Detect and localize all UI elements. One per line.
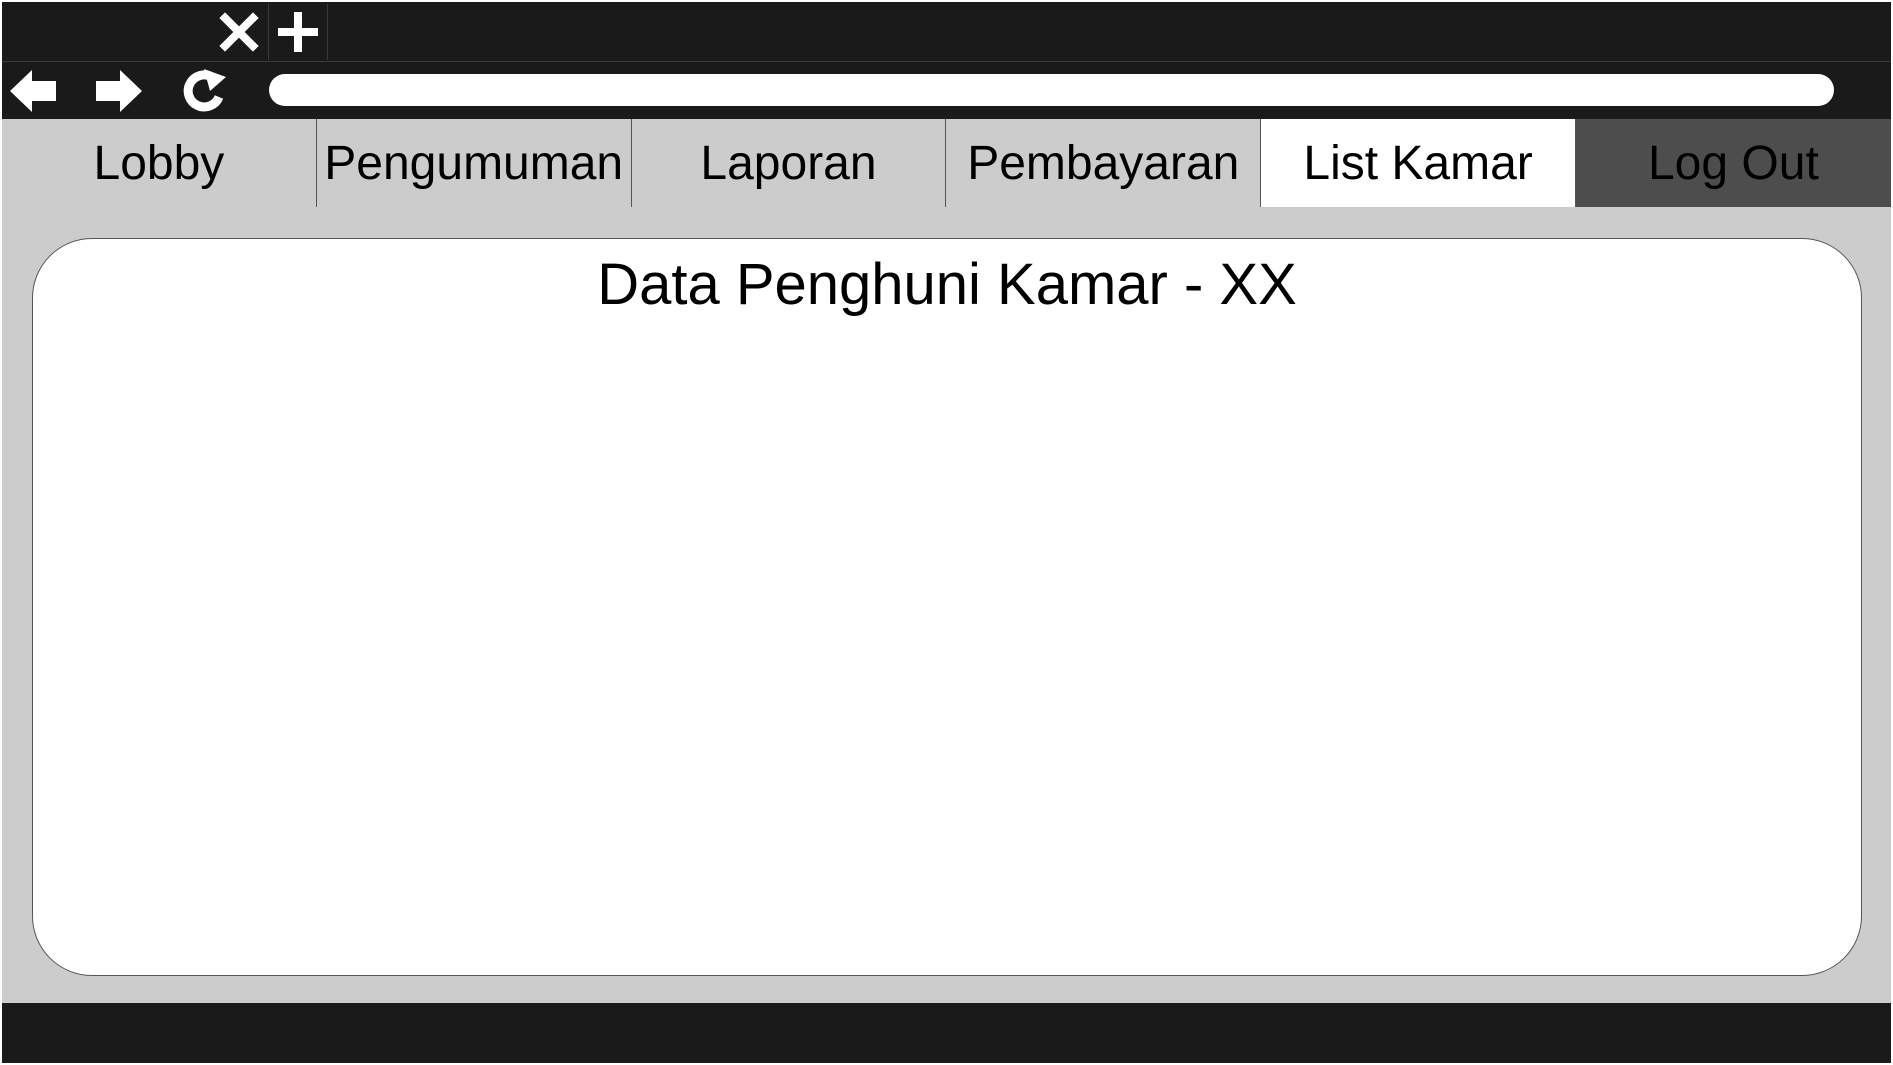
- forward-button[interactable]: [90, 66, 148, 116]
- address-bar[interactable]: [269, 74, 1834, 106]
- content-card: Data Penghuni Kamar - XX: [32, 238, 1862, 976]
- new-tab-button[interactable]: [269, 4, 328, 60]
- main-nav: Lobby Pengumuman Laporan Pembayaran List…: [2, 119, 1891, 207]
- nav-item-laporan[interactable]: Laporan: [631, 119, 947, 207]
- nav-item-lobby[interactable]: Lobby: [2, 119, 317, 207]
- logout-button[interactable]: Log Out: [1575, 119, 1891, 207]
- reload-icon: [183, 69, 226, 112]
- nav-item-pengumuman[interactable]: Pengumuman: [316, 119, 632, 207]
- back-button[interactable]: [4, 66, 62, 116]
- plus-icon: [278, 12, 318, 52]
- reload-button[interactable]: [178, 66, 236, 116]
- browser-window: Lobby Pengumuman Laporan Pembayaran List…: [0, 0, 1893, 1065]
- close-tab-button[interactable]: [210, 4, 269, 60]
- nav-item-pembayaran[interactable]: Pembayaran: [946, 119, 1262, 207]
- close-icon: [219, 12, 259, 52]
- web-page: Lobby Pengumuman Laporan Pembayaran List…: [2, 119, 1891, 1003]
- arrow-right-icon: [96, 70, 142, 112]
- page-title: Data Penghuni Kamar - XX: [597, 252, 1297, 317]
- browser-toolbar: [2, 62, 1891, 118]
- nav-item-list-kamar[interactable]: List Kamar: [1261, 119, 1576, 207]
- tab-strip: [2, 2, 1891, 62]
- status-bar: [2, 1003, 1891, 1063]
- arrow-left-icon: [10, 70, 56, 112]
